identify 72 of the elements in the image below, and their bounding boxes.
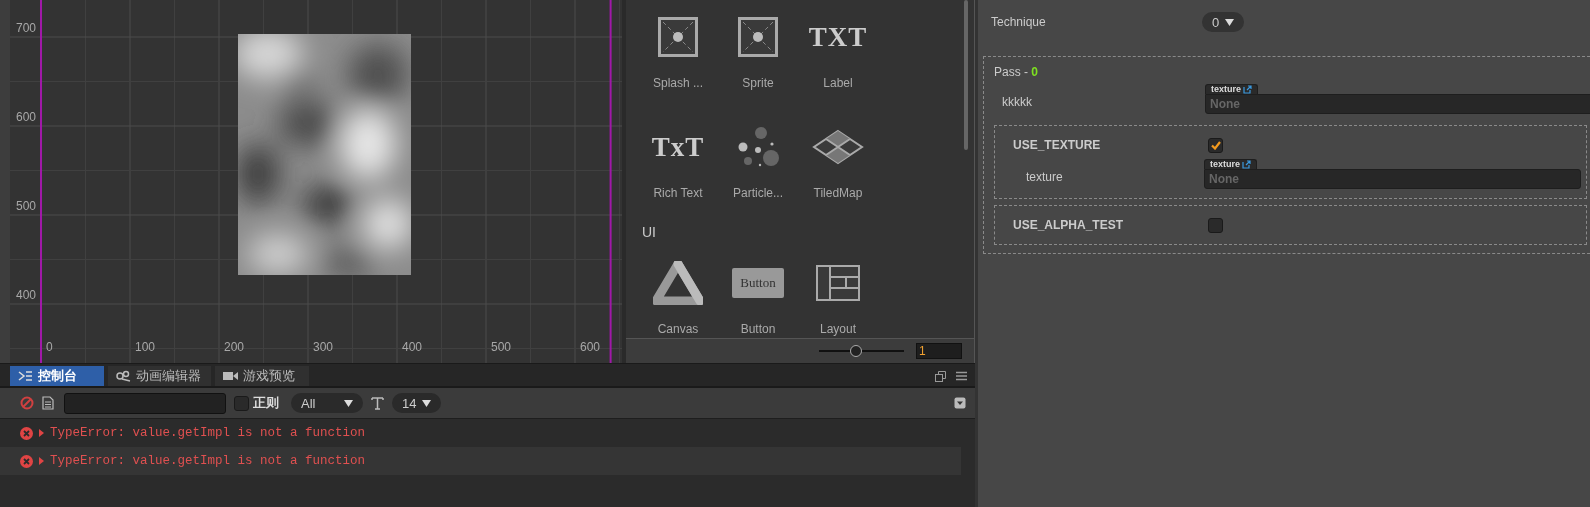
axis-label: 100 [135, 340, 156, 354]
checkbox-label: 正则 [253, 394, 279, 412]
check-icon [1210, 140, 1221, 150]
diamond-grid-icon [812, 129, 864, 165]
expand-icon[interactable] [39, 457, 44, 465]
axis-label: 500 [16, 199, 37, 213]
asset-label[interactable]: Splash ... [653, 75, 703, 91]
restore-icon[interactable] [935, 370, 946, 382]
axis-label: 600 [580, 340, 601, 354]
error-icon [20, 426, 33, 440]
font-size-dropdown[interactable]: 14 [392, 393, 442, 413]
pass-title: Pass - [994, 65, 1029, 79]
asset-label[interactable]: Sprite [742, 75, 774, 91]
asset-label[interactable]: Rich Text [653, 185, 703, 201]
property-label: kkkkk [1002, 95, 1033, 109]
asset-field[interactable]: None [1204, 169, 1581, 189]
external-link-icon[interactable] [1243, 85, 1252, 94]
camera-icon [223, 370, 238, 382]
property-label: Technique [991, 15, 1047, 29]
asset-field[interactable]: None [1205, 94, 1590, 114]
regex-checkbox[interactable] [234, 395, 249, 411]
asset-label[interactable]: Canvas [657, 321, 699, 337]
define-checkbox[interactable] [1208, 217, 1223, 233]
axis-label: 700 [16, 21, 37, 35]
axis-label: 0 [46, 340, 53, 354]
terminal-icon [18, 370, 33, 382]
log-message: TypeError: value.getImpl is not a function [50, 454, 366, 468]
asset-label[interactable]: Particle... [733, 185, 783, 201]
property-label: texture [1026, 170, 1064, 184]
axis-label: 500 [491, 340, 512, 354]
caret-icon [1225, 18, 1235, 26]
panel-tab[interactable]: 游戏预览 [215, 366, 309, 386]
caret-icon [422, 399, 432, 407]
scrollbar[interactable] [964, 0, 968, 150]
external-link-icon[interactable] [1242, 160, 1251, 169]
slider-thumb[interactable] [850, 345, 863, 357]
caret-icon [344, 399, 353, 407]
panel-tab[interactable]: 控制台 [10, 366, 104, 386]
asset-label[interactable]: Label [823, 75, 853, 91]
define-label: USE_ALPHA_TEST [1013, 218, 1125, 232]
pass-index: 0 [1031, 65, 1039, 79]
axis-label: 300 [313, 340, 334, 354]
zoom-field[interactable]: 1 [916, 343, 962, 359]
text-icon: TxT [651, 132, 705, 162]
sprite-icon [658, 17, 698, 57]
log-message: TypeError: value.getImpl is not a function [50, 426, 366, 440]
animation-icon [116, 370, 131, 382]
section-title: UI [641, 223, 657, 242]
axis-label: 400 [402, 340, 423, 354]
axis-label: 600 [16, 110, 37, 124]
asset-label[interactable]: TiledMap [813, 185, 863, 201]
button-icon: Button [732, 268, 784, 298]
font-size-icon [371, 396, 384, 410]
define-checkbox[interactable] [1208, 137, 1223, 153]
error-icon [20, 454, 33, 468]
panel-tab[interactable]: 动画编辑器 [108, 366, 211, 386]
technique-dropdown[interactable]: 0 [1202, 12, 1245, 32]
asset-label[interactable]: Layout [820, 321, 856, 337]
triangle-icon [653, 261, 703, 305]
expand-icon[interactable] [39, 429, 44, 437]
sprite-icon [738, 17, 778, 57]
menu-icon[interactable] [956, 371, 967, 381]
axis-label: 400 [16, 288, 37, 302]
level-dropdown[interactable]: All [291, 393, 363, 413]
document-icon[interactable] [42, 396, 54, 410]
axis-label: 200 [224, 340, 245, 354]
collapse-icon[interactable] [954, 397, 966, 409]
layout-icon [816, 265, 860, 301]
filter-field[interactable] [64, 392, 226, 414]
asset-label[interactable]: Button [740, 321, 776, 337]
text-icon: TXT [808, 22, 868, 52]
define-label: USE_TEXTURE [1013, 138, 1102, 152]
